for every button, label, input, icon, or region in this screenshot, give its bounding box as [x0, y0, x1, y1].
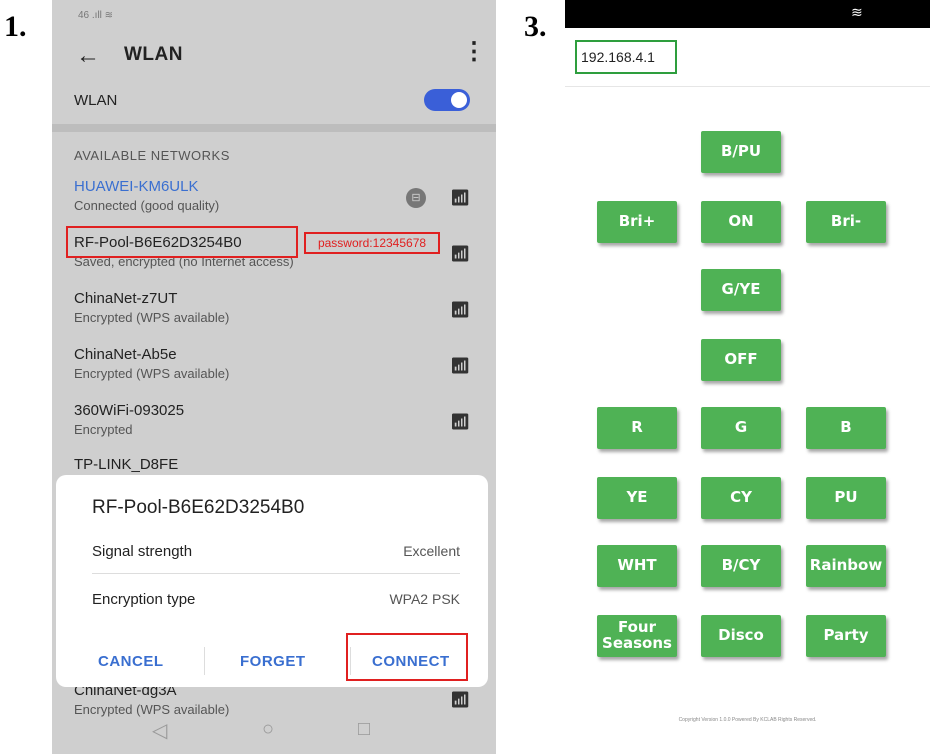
network-name: TP-LINK_D8FE	[74, 456, 179, 473]
encryption-type-row: Encryption type WPA2 PSK	[92, 591, 460, 608]
network-dialog: RF-Pool-B6E62D3254B0 Signal strength Exc…	[56, 475, 488, 687]
wlan-toggle[interactable]	[424, 89, 470, 111]
white-button[interactable]: WHT	[597, 545, 677, 587]
back-arrow-icon[interactable]: ←	[76, 42, 100, 70]
divider	[92, 573, 460, 574]
divider	[204, 647, 205, 675]
dialog-title: RF-Pool-B6E62D3254B0	[92, 497, 305, 518]
b-pu-button[interactable]: B/PU	[701, 131, 781, 173]
network-item[interactable]: ChinaNet-dg3A Encrypted (WPS available)	[74, 682, 474, 717]
cyan-button[interactable]: CY	[701, 477, 781, 519]
wlan-toggle-label: WLAN	[74, 92, 118, 109]
network-item[interactable]: 360WiFi-093025 Encrypted	[74, 402, 474, 437]
available-networks-header: AVAILABLE NETWORKS	[74, 148, 230, 163]
password-note: password:12345678	[304, 232, 440, 254]
purple-button[interactable]: PU	[806, 477, 886, 519]
yellow-button[interactable]: YE	[597, 477, 677, 519]
signal-strength-row: Signal strength Excellent	[92, 543, 460, 560]
wifi-lock-icon: 📶︎	[450, 414, 471, 431]
network-item[interactable]: ChinaNet-Ab5e Encrypted (WPS available)	[74, 346, 474, 381]
b-cy-button[interactable]: B/CY	[701, 545, 781, 587]
url-field[interactable]: 192.168.4.1	[575, 40, 677, 74]
row-value: Excellent	[403, 543, 460, 559]
nav-recents-icon[interactable]: □	[358, 718, 370, 741]
wifi-lock-icon: 📶︎	[450, 302, 471, 319]
wifi-lock-icon: 📶︎	[450, 692, 471, 709]
toggle-knob	[451, 92, 467, 108]
network-status: Encrypted	[74, 422, 133, 437]
four-seasons-button[interactable]: Four Seasons	[597, 615, 677, 657]
highlight-box	[346, 633, 468, 681]
step-label-1: 1.	[4, 10, 27, 43]
rainbow-button[interactable]: Rainbow	[806, 545, 886, 587]
light-controller-page: ≋ 192.168.4.1 B/PU Bri+ ON Bri- G/YE OFF…	[565, 0, 930, 754]
off-button[interactable]: OFF	[701, 339, 781, 381]
page-title: WLAN	[124, 44, 183, 65]
row-value: WPA2 PSK	[389, 591, 460, 607]
g-ye-button[interactable]: G/YE	[701, 269, 781, 311]
row-label: Encryption type	[92, 591, 196, 608]
network-settings-icon[interactable]: ⊟	[406, 188, 426, 208]
network-item[interactable]: TP-LINK_D8FE	[74, 456, 474, 473]
wifi-warning-icon: 📶︎	[450, 246, 471, 263]
network-name: ChinaNet-z7UT	[74, 290, 178, 307]
copyright-text: Copyright Version 1.0.0 Powered By KCLAB…	[678, 717, 817, 723]
network-status: Encrypted (WPS available)	[74, 310, 230, 325]
green-button[interactable]: G	[701, 407, 781, 449]
highlight-box	[66, 226, 298, 258]
on-button[interactable]: ON	[701, 201, 781, 243]
brightness-down-button[interactable]: Bri-	[806, 201, 886, 243]
party-button[interactable]: Party	[806, 615, 886, 657]
step-label-3: 3.	[524, 10, 547, 43]
network-item[interactable]: ChinaNet-z7UT Encrypted (WPS available)	[74, 290, 474, 325]
wifi-lock-icon: 📶︎	[450, 358, 471, 375]
network-status: Encrypted (WPS available)	[74, 366, 230, 381]
blue-button[interactable]: B	[806, 407, 886, 449]
network-name: 360WiFi-093025	[74, 402, 185, 419]
cancel-button[interactable]: CANCEL	[98, 653, 164, 670]
more-options-icon[interactable]: ⋮	[462, 40, 486, 64]
status-bar	[565, 0, 930, 28]
wifi-lock-icon: 📶︎	[450, 190, 471, 207]
network-status: Encrypted (WPS available)	[74, 702, 230, 717]
wifi-icon: ≋	[851, 4, 863, 20]
nav-back-icon[interactable]: ◁	[152, 718, 167, 743]
forget-button[interactable]: FORGET	[240, 653, 306, 670]
divider	[52, 124, 496, 132]
brightness-up-button[interactable]: Bri+	[597, 201, 677, 243]
status-bar: 46 .ıll ≋	[78, 10, 114, 21]
wlan-settings-screen: 46 .ıll ≋ ← WLAN ⋮ WLAN AVAILABLE NETWOR…	[52, 0, 496, 754]
red-button[interactable]: R	[597, 407, 677, 449]
row-label: Signal strength	[92, 543, 193, 560]
disco-button[interactable]: Disco	[701, 615, 781, 657]
nav-home-icon[interactable]: ○	[262, 718, 274, 741]
network-name: ChinaNet-Ab5e	[74, 346, 177, 363]
